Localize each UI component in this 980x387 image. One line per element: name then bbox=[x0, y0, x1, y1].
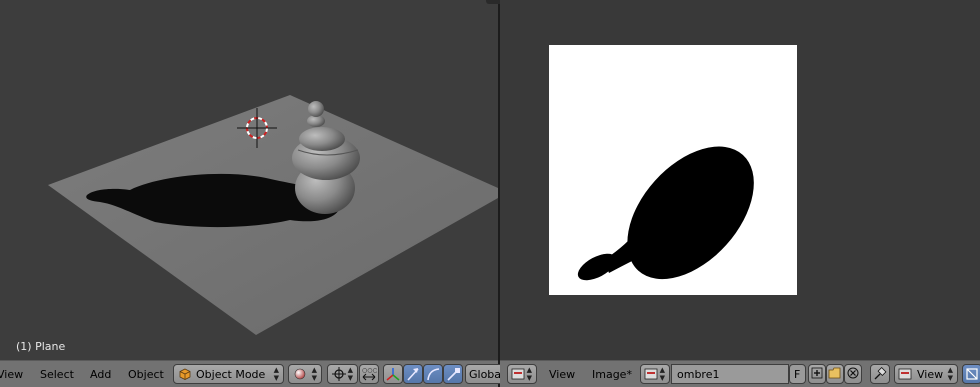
image-editor-header: ▲ ▼ View Image* ▲ ▼ ombre1 F View ▲ ▼ bbox=[500, 360, 980, 387]
open-image-button[interactable] bbox=[826, 364, 844, 384]
menu-select[interactable]: Select bbox=[40, 368, 74, 381]
shadow-shape bbox=[577, 146, 754, 281]
shadow-image bbox=[549, 45, 797, 295]
pivot-dropdown[interactable]: ▲ ▼ bbox=[327, 364, 358, 384]
image-editor[interactable] bbox=[500, 0, 980, 360]
pivot-icon bbox=[332, 367, 346, 381]
arrows-icon: ○○○ bbox=[362, 367, 377, 381]
orientation-label: Global bbox=[469, 368, 505, 381]
solid-shading-icon bbox=[294, 368, 306, 380]
browse-image-dropdown[interactable]: ▲ ▼ bbox=[640, 364, 670, 384]
close-icon bbox=[847, 367, 859, 379]
view-mode-label: View bbox=[917, 368, 944, 381]
shading-dropdown[interactable]: ▲ ▼ bbox=[288, 364, 322, 384]
image-icon bbox=[644, 368, 658, 380]
plus-icon bbox=[811, 367, 823, 379]
uv-sync-button[interactable] bbox=[962, 364, 980, 384]
image-editor-icon bbox=[511, 368, 525, 380]
updown-icon: ▲ ▼ bbox=[311, 366, 317, 382]
proportional-edit-button[interactable]: ○○○ bbox=[359, 364, 379, 384]
fake-user-button[interactable]: F bbox=[789, 364, 806, 384]
mode-label: Object Mode bbox=[196, 368, 266, 381]
updown-icon: ▲ ▼ bbox=[947, 366, 953, 382]
manipulator-toggle-button[interactable] bbox=[383, 364, 403, 384]
scene-render bbox=[48, 95, 498, 335]
new-image-button[interactable] bbox=[808, 364, 826, 384]
rotate-button[interactable] bbox=[423, 364, 443, 384]
pin-icon bbox=[874, 367, 887, 380]
menu-view[interactable]: View bbox=[0, 368, 23, 381]
svg-text:○○○: ○○○ bbox=[362, 367, 377, 374]
view-mode-dropdown[interactable]: View ▲ ▼ bbox=[894, 364, 958, 384]
updown-icon: ▲ ▼ bbox=[659, 366, 665, 382]
translate-arrow-icon bbox=[407, 368, 419, 381]
menu-object[interactable]: Object bbox=[128, 368, 164, 381]
manipulator-icon bbox=[386, 368, 400, 381]
orientation-dropdown[interactable]: Global bbox=[465, 364, 505, 384]
rotate-arc-icon bbox=[427, 368, 440, 381]
mode-dropdown[interactable]: Object Mode ▲ ▼ bbox=[173, 364, 284, 384]
3d-view-header: View Select Add Object Object Mode ▲ ▼ ▲ ▼… bbox=[0, 360, 505, 387]
scale-button[interactable] bbox=[443, 364, 463, 384]
pin-image-button[interactable] bbox=[870, 364, 890, 384]
updown-icon: ▲ ▼ bbox=[526, 366, 532, 382]
folder-icon bbox=[828, 367, 841, 379]
fake-user-label: F bbox=[794, 368, 801, 381]
image-name-field[interactable]: ombre1 bbox=[671, 364, 789, 384]
uv-icon bbox=[966, 368, 978, 380]
menu-view[interactable]: View bbox=[549, 368, 575, 381]
translate-button[interactable] bbox=[403, 364, 423, 384]
updown-icon: ▲ ▼ bbox=[347, 366, 353, 382]
updown-icon: ▲ ▼ bbox=[273, 366, 279, 382]
unlink-image-button[interactable] bbox=[844, 364, 862, 384]
image-name-text: ombre1 bbox=[677, 368, 720, 381]
menu-add[interactable]: Add bbox=[90, 368, 111, 381]
editor-type-dropdown[interactable]: ▲ ▼ bbox=[507, 364, 537, 384]
3d-viewport[interactable]: (1) Plane bbox=[0, 0, 498, 360]
menu-image[interactable]: Image* bbox=[592, 368, 632, 381]
scale-icon bbox=[447, 368, 460, 381]
object-info-label: (1) Plane bbox=[16, 340, 66, 353]
cube-icon bbox=[179, 368, 191, 380]
image-view-icon bbox=[898, 368, 912, 380]
